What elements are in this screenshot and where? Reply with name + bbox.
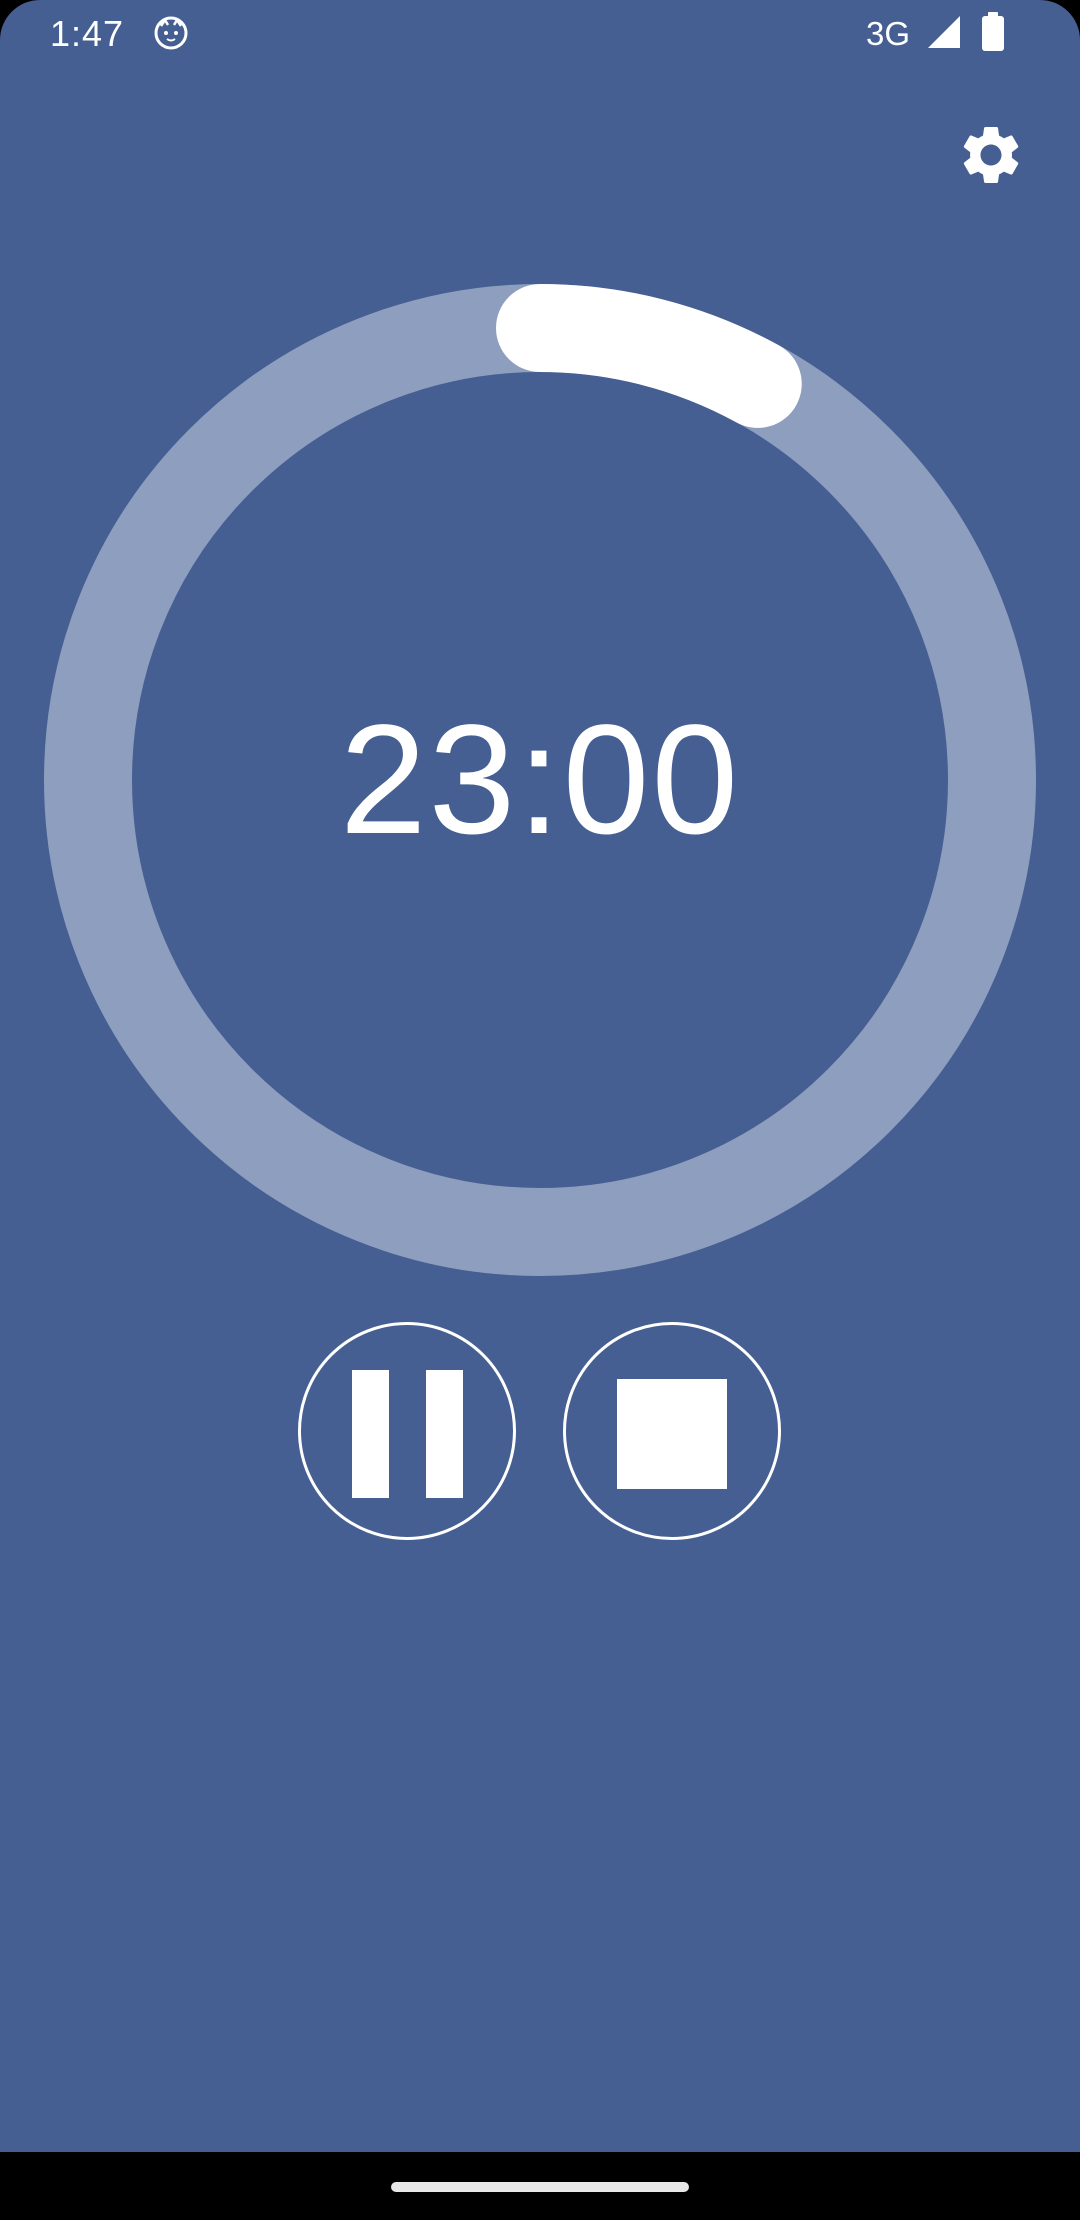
cell-signal-icon	[926, 14, 962, 50]
pause-button[interactable]	[298, 1322, 516, 1540]
stop-icon	[617, 1379, 727, 1489]
pause-bar-right	[426, 1370, 463, 1498]
timer-display: 23:00	[339, 693, 741, 867]
battery-icon	[980, 12, 1006, 52]
timer-progress-arc	[496, 284, 802, 428]
app-screen: 1:47 3G 23:00	[0, 0, 1080, 2152]
network-type: 3G	[866, 15, 911, 52]
pause-bar-left	[352, 1370, 389, 1498]
cat-face-icon	[152, 14, 190, 52]
home-gesture-handle[interactable]	[391, 2182, 689, 2192]
gear-icon	[956, 120, 1026, 190]
status-time: 1:47	[50, 13, 125, 54]
stop-button[interactable]	[563, 1322, 781, 1540]
navigation-bar	[0, 2152, 1080, 2220]
status-bar: 1:47 3G	[0, 0, 1080, 66]
settings-button[interactable]	[956, 120, 1026, 190]
